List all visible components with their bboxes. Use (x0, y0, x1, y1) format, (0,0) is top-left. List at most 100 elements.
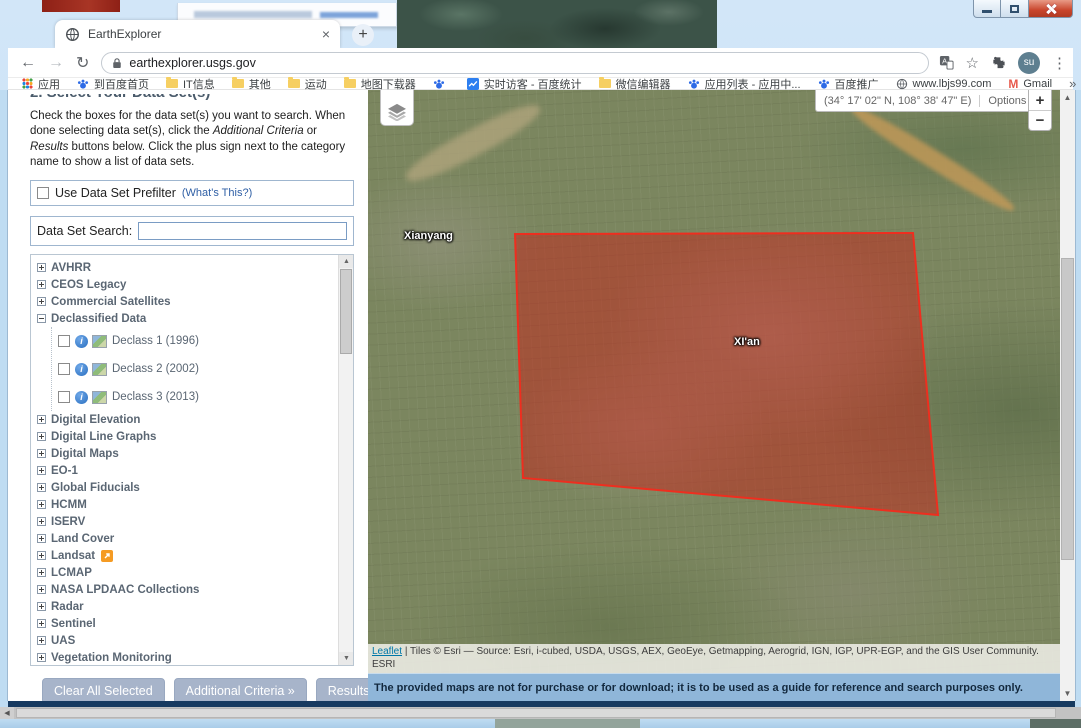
tree-category-landsat[interactable]: Landsat (37, 547, 337, 564)
prefilter-checkbox[interactable] (37, 187, 49, 199)
back-icon[interactable]: ← (20, 54, 36, 72)
expand-plus-icon[interactable] (37, 449, 46, 458)
map-thumbnail-icon[interactable] (92, 391, 107, 404)
reload-icon[interactable]: ↻ (76, 53, 89, 73)
collapse-minus-icon[interactable] (37, 314, 46, 323)
tree-category-commercial[interactable]: Commercial Satellites (37, 293, 337, 310)
map-thumbnail-icon[interactable] (92, 363, 107, 376)
expand-plus-icon[interactable] (37, 432, 46, 441)
bookmark-lbjs[interactable]: www.lbjs99.com (896, 78, 992, 90)
forward-icon[interactable]: → (48, 54, 64, 72)
scroll-left-icon[interactable]: ◀ (0, 707, 14, 719)
browser-tab[interactable]: EarthExplorer × (55, 20, 340, 48)
expand-plus-icon[interactable] (37, 500, 46, 509)
horizontal-scrollbar-thumb[interactable] (16, 708, 1056, 718)
dataset-row-declass1[interactable]: iDeclass 1 (1996) (52, 327, 337, 355)
translate-icon[interactable]: A (939, 55, 954, 70)
tree-category-radar[interactable]: Radar (37, 598, 337, 615)
instructions-text: or (304, 125, 317, 137)
info-icon[interactable]: i (75, 363, 88, 376)
tree-category-vegetation-monitoring[interactable]: Vegetation Monitoring (37, 649, 337, 666)
tree-category-eo1[interactable]: EO-1 (37, 462, 337, 479)
map-viewport[interactable]: Xianyang XI'an (34° 17' 02" N, 108° 38' … (368, 90, 1060, 673)
scroll-down-icon[interactable]: ▼ (339, 652, 354, 665)
scroll-up-icon[interactable]: ▲ (1060, 90, 1075, 105)
tree-scrollbar[interactable]: ▲ ▼ (338, 255, 353, 665)
address-bar[interactable]: earthexplorer.usgs.gov (101, 52, 929, 74)
tree-category-hcmm[interactable]: HCMM (37, 496, 337, 513)
bookmark-gmail[interactable]: MGmail (1008, 77, 1052, 91)
map-thumbnail-icon[interactable] (92, 335, 107, 348)
leaflet-link[interactable]: Leaflet (372, 646, 402, 657)
expand-plus-icon[interactable] (37, 297, 46, 306)
scroll-down-icon[interactable]: ▼ (1060, 686, 1075, 701)
expand-plus-icon[interactable] (37, 619, 46, 628)
bookmark-star-icon[interactable]: ☆ (966, 54, 979, 72)
zoom-in-button[interactable]: + (1029, 90, 1051, 110)
tree-scrollbar-thumb[interactable] (340, 269, 352, 354)
dataset-row-declass2[interactable]: iDeclass 2 (2002) (52, 355, 337, 383)
close-button[interactable] (1029, 0, 1073, 18)
page-scrollbar[interactable]: ▲ ▼ (1060, 90, 1075, 701)
expand-plus-icon[interactable] (37, 568, 46, 577)
page-scrollbar-thumb[interactable] (1061, 258, 1074, 560)
category-label: UAS (51, 635, 75, 647)
tree-category-digital-line-graphs[interactable]: Digital Line Graphs (37, 428, 337, 445)
tree-category-iserv[interactable]: ISERV (37, 513, 337, 530)
tab-close-icon[interactable]: × (322, 26, 330, 42)
folder-icon (599, 79, 611, 88)
dataset-row-declass3[interactable]: iDeclass 3 (2013) (52, 383, 337, 411)
tree-category-avhrr[interactable]: AVHRR (37, 259, 337, 276)
expand-plus-icon[interactable] (37, 534, 46, 543)
tree-category-nasa-lpdaac[interactable]: NASA LPDAAC Collections (37, 581, 337, 598)
selection-polygon[interactable] (368, 90, 1060, 673)
menu-kebab-icon[interactable]: ⋮ (1052, 54, 1067, 72)
expand-plus-icon[interactable] (37, 280, 46, 289)
expand-plus-icon[interactable] (37, 585, 46, 594)
zoom-out-button[interactable]: − (1029, 110, 1051, 130)
dataset-checkbox[interactable] (58, 335, 70, 347)
category-label: HCMM (51, 499, 87, 511)
dataset-checkbox[interactable] (58, 363, 70, 375)
horizontal-scrollbar[interactable]: ◀ (0, 707, 1081, 719)
expand-plus-icon[interactable] (37, 602, 46, 611)
info-icon[interactable]: i (75, 335, 88, 348)
tree-category-declassified[interactable]: Declassified Data (37, 310, 337, 327)
tree-category-ceos[interactable]: CEOS Legacy (37, 276, 337, 293)
expand-plus-icon[interactable] (37, 263, 46, 272)
expand-plus-icon[interactable] (37, 466, 46, 475)
step-heading: 2. Select Your Data Set(s) (30, 94, 358, 101)
expand-plus-icon[interactable] (37, 415, 46, 424)
expand-plus-icon[interactable] (37, 636, 46, 645)
expand-plus-icon[interactable] (37, 551, 46, 560)
expand-plus-icon[interactable] (37, 653, 46, 662)
category-label: LCMAP (51, 567, 92, 579)
expand-plus-icon[interactable] (37, 517, 46, 526)
dataset-checkbox[interactable] (58, 391, 70, 403)
minimize-button[interactable] (973, 0, 1001, 18)
tree-category-global-fiducials[interactable]: Global Fiducials (37, 479, 337, 496)
options-button[interactable]: Options (979, 95, 1034, 107)
tree-category-lcmap[interactable]: LCMAP (37, 564, 337, 581)
category-label: Global Fiducials (51, 482, 140, 494)
bookmark-baidu[interactable] (433, 78, 450, 90)
blurred-text-line (194, 11, 312, 18)
extensions-puzzle-icon[interactable] (991, 55, 1006, 70)
info-icon[interactable]: i (75, 391, 88, 404)
expand-plus-icon[interactable] (37, 483, 46, 492)
tree-category-digital-elevation[interactable]: Digital Elevation (37, 411, 337, 428)
dataset-search-input[interactable] (138, 222, 347, 240)
new-tab-button[interactable]: + (352, 24, 374, 46)
maximize-button[interactable] (1001, 0, 1029, 18)
tree-category-sentinel[interactable]: Sentinel (37, 615, 337, 632)
folder-icon (344, 79, 356, 88)
tree-category-land-cover[interactable]: Land Cover (37, 530, 337, 547)
tree-category-digital-maps[interactable]: Digital Maps (37, 445, 337, 462)
bookmarks-overflow-chevron-icon[interactable]: » (1069, 76, 1076, 91)
whats-this-link[interactable]: (What's This?) (182, 187, 252, 199)
tree-category-uas[interactable]: UAS (37, 632, 337, 649)
profile-avatar[interactable]: su (1018, 52, 1040, 74)
layers-control[interactable] (380, 90, 414, 126)
landsat-badge-icon[interactable] (101, 550, 113, 562)
scroll-up-icon[interactable]: ▲ (339, 255, 354, 268)
